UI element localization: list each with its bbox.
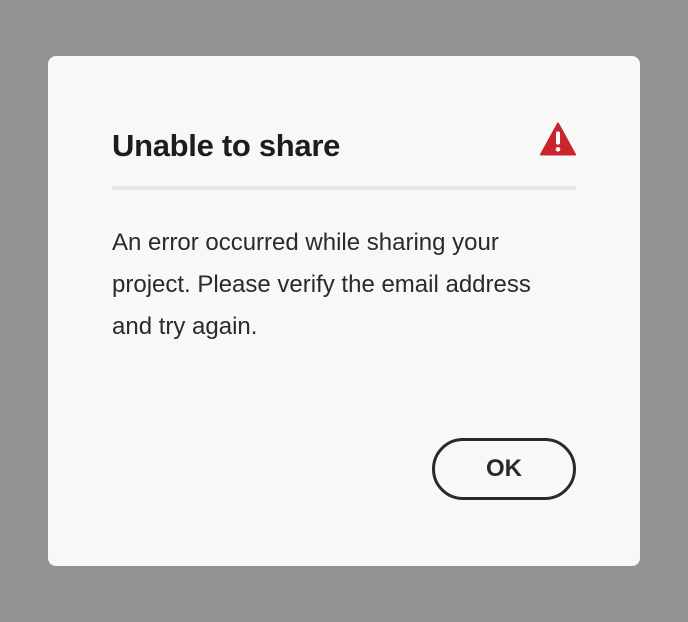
dialog-body-text: An error occurred while sharing your pro… <box>112 229 531 340</box>
error-dialog: Unable to share An error occurred while … <box>48 56 640 566</box>
ok-button[interactable]: OK <box>432 438 576 500</box>
dialog-header: Unable to share <box>112 122 576 166</box>
alert-triangle-icon <box>540 122 576 156</box>
alert-exclamation-stem <box>556 131 560 145</box>
dialog-title: Unable to share <box>112 128 341 163</box>
header-divider <box>112 186 576 190</box>
alert-exclamation-dot <box>555 147 561 152</box>
